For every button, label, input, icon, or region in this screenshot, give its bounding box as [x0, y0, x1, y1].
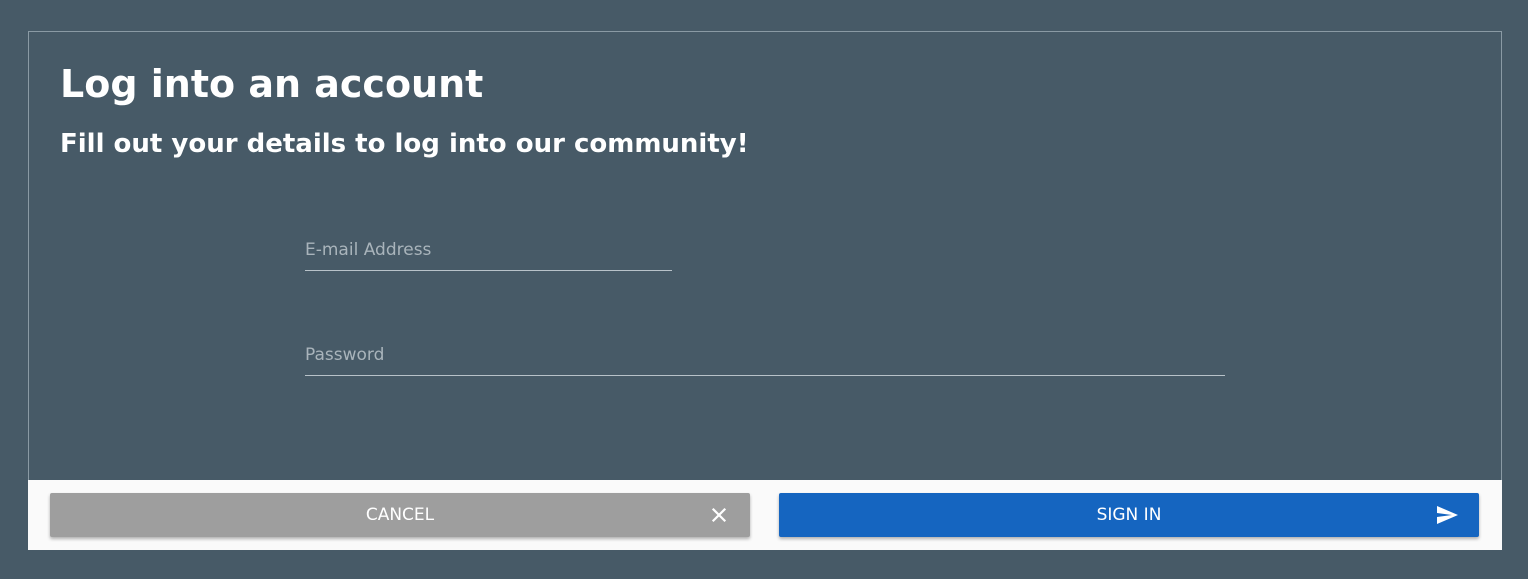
page-title: Log into an account — [60, 62, 484, 106]
sign-in-button[interactable]: SIGN IN — [779, 493, 1479, 537]
email-field — [305, 232, 672, 271]
password-input[interactable] — [305, 337, 1225, 373]
email-input[interactable] — [305, 232, 672, 268]
password-field — [305, 337, 1225, 376]
sign-in-button-label: SIGN IN — [1096, 505, 1162, 525]
login-panel: Log into an account Fill out your detail… — [28, 31, 1502, 480]
close-icon — [711, 507, 727, 523]
cancel-button-label: CANCEL — [365, 505, 435, 525]
page-subtitle: Fill out your details to log into our co… — [60, 129, 749, 159]
send-icon — [1437, 506, 1458, 524]
cancel-button[interactable]: CANCEL — [50, 493, 750, 537]
actions-bar: CANCEL SIGN IN — [28, 480, 1502, 550]
